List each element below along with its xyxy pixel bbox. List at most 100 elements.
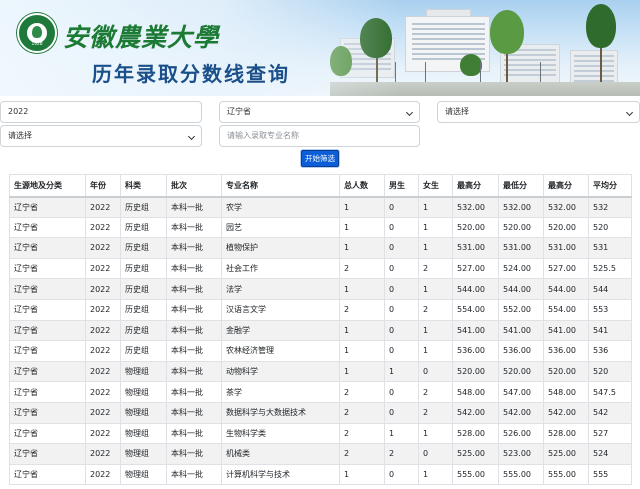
cell-batch: 本科一批 xyxy=(166,463,222,486)
column-header[interactable]: 科类 xyxy=(120,174,167,198)
column-header[interactable]: 专业名称 xyxy=(221,174,340,198)
cell-female-count: 1 xyxy=(418,237,453,259)
cell-male-count: 2 xyxy=(384,443,419,465)
cell-province: 辽宁省 xyxy=(9,278,86,300)
cell-province: 辽宁省 xyxy=(9,340,86,362)
table-row: 辽宁省 2022 物理组 本科一批 茶学 2 0 2 548.00 547.00 548.00 547… xyxy=(9,381,632,403)
cell-batch: 本科一批 xyxy=(166,196,222,218)
cell-average-score: 525.5 xyxy=(588,257,632,280)
cell-max-score-2: 528.00 xyxy=(543,422,589,445)
table-row: 辽宁省 2022 物理组 本科一批 生物科学类 2 1 1 528.00 526.00 528.00… xyxy=(9,422,632,445)
cell-total-count: 2 xyxy=(339,298,385,321)
cell-average-score: 547.5 xyxy=(588,381,632,403)
column-header[interactable]: 最高分 xyxy=(543,174,589,198)
cell-male-count: 0 xyxy=(384,216,419,239)
cell-major-name: 金融学 xyxy=(221,319,340,342)
admission-score-table: 生源地及分类 年份 科类 批次 专业名称 总人数 男生 女生 最高分 最低分 最… xyxy=(9,174,632,486)
cell-max-score-2: 554.00 xyxy=(543,298,589,321)
column-header[interactable]: 年份 xyxy=(85,174,121,198)
cell-average-score: 531 xyxy=(588,237,632,259)
batch-select[interactable]: 请选择 xyxy=(0,125,202,147)
cell-year: 2022 xyxy=(85,278,121,300)
column-header[interactable]: 最高分 xyxy=(452,174,499,198)
cell-subject-group: 历史组 xyxy=(120,216,167,239)
cell-year: 2022 xyxy=(85,257,121,280)
cell-max-score-2: 531.00 xyxy=(543,237,589,259)
cell-batch: 本科一批 xyxy=(166,216,222,239)
cell-total-count: 2 xyxy=(339,257,385,280)
cell-male-count: 0 xyxy=(384,381,419,403)
search-button[interactable]: 开始筛选 xyxy=(301,150,339,167)
cell-max-score: 555.00 xyxy=(452,463,499,486)
cell-min-score: 520.00 xyxy=(498,360,544,383)
cell-max-score-2: 525.00 xyxy=(543,443,589,465)
cell-male-count: 0 xyxy=(384,319,419,342)
cell-male-count: 0 xyxy=(384,463,419,486)
cell-province: 辽宁省 xyxy=(9,319,86,342)
cell-subject-group: 历史组 xyxy=(120,298,167,321)
cell-total-count: 2 xyxy=(339,422,385,445)
cell-major-name: 农林经济管理 xyxy=(221,340,340,362)
cell-subject-group: 物理组 xyxy=(120,401,167,424)
cell-province: 辽宁省 xyxy=(9,196,86,218)
cell-min-score: 524.00 xyxy=(498,257,544,280)
cell-subject-group: 物理组 xyxy=(120,443,167,465)
column-header[interactable]: 最低分 xyxy=(498,174,544,198)
cell-average-score: 555 xyxy=(588,463,632,486)
cell-average-score: 520 xyxy=(588,360,632,383)
cell-female-count: 1 xyxy=(418,340,453,362)
cell-max-score: 528.00 xyxy=(452,422,499,445)
cell-subject-group: 历史组 xyxy=(120,237,167,259)
column-header[interactable]: 男生 xyxy=(384,174,419,198)
cell-total-count: 1 xyxy=(339,237,385,259)
cell-major-name: 机械类 xyxy=(221,443,340,465)
cell-min-score: 531.00 xyxy=(498,237,544,259)
table-row: 辽宁省 2022 历史组 本科一批 农林经济管理 1 0 1 536.00 536.00 536.0… xyxy=(9,340,632,362)
cell-total-count: 1 xyxy=(339,196,385,218)
major-name-input[interactable]: 请输入录取专业名称 xyxy=(219,125,420,147)
year-input[interactable]: 2022 xyxy=(0,101,202,123)
cell-major-name: 计算机科学与技术 xyxy=(221,463,340,486)
table-row: 辽宁省 2022 历史组 本科一批 农学 1 0 1 532.00 532.00 532.00 532 xyxy=(9,196,632,218)
cell-min-score: 552.00 xyxy=(498,298,544,321)
cell-batch: 本科一批 xyxy=(166,237,222,259)
cell-max-score: 520.00 xyxy=(452,216,499,239)
cell-batch: 本科一批 xyxy=(166,257,222,280)
column-header[interactable]: 总人数 xyxy=(339,174,385,198)
cell-male-count: 0 xyxy=(384,278,419,300)
cell-major-name: 汉语言文学 xyxy=(221,298,340,321)
page-title: 历年录取分数线查询 xyxy=(92,62,290,86)
cell-average-score: 532 xyxy=(588,196,632,218)
cell-male-count: 0 xyxy=(384,196,419,218)
cell-subject-group: 物理组 xyxy=(120,381,167,403)
cell-female-count: 1 xyxy=(418,196,453,218)
column-header[interactable]: 平均分 xyxy=(588,174,632,198)
cell-max-score: 554.00 xyxy=(452,298,499,321)
cell-subject-group: 物理组 xyxy=(120,360,167,383)
column-header[interactable]: 批次 xyxy=(166,174,222,198)
cell-major-name: 社会工作 xyxy=(221,257,340,280)
cell-major-name: 法学 xyxy=(221,278,340,300)
university-name-logo[interactable]: 安徽農業大學 xyxy=(63,18,219,54)
cell-max-score-2: 532.00 xyxy=(543,196,589,218)
cell-max-score: 520.00 xyxy=(452,360,499,383)
cell-year: 2022 xyxy=(85,319,121,342)
province-select[interactable]: 辽宁省 xyxy=(219,101,420,123)
university-seal-icon[interactable]: 1928 xyxy=(17,13,57,53)
cell-max-score: 532.00 xyxy=(452,196,499,218)
cell-batch: 本科一批 xyxy=(166,443,222,465)
cell-batch: 本科一批 xyxy=(166,298,222,321)
cell-female-count: 1 xyxy=(418,216,453,239)
cell-major-name: 农学 xyxy=(221,196,340,218)
table-header-row: 生源地及分类 年份 科类 批次 专业名称 总人数 男生 女生 最高分 最低分 最… xyxy=(9,174,632,198)
major-name-placeholder: 请输入录取专业名称 xyxy=(227,131,299,140)
category-select[interactable]: 请选择 xyxy=(437,101,640,123)
cell-max-score: 544.00 xyxy=(452,278,499,300)
cell-average-score: 544 xyxy=(588,278,632,300)
column-header[interactable]: 生源地及分类 xyxy=(9,174,86,198)
cell-province: 辽宁省 xyxy=(9,401,86,424)
cell-min-score: 536.00 xyxy=(498,340,544,362)
cell-female-count: 1 xyxy=(418,463,453,486)
cell-total-count: 2 xyxy=(339,401,385,424)
column-header[interactable]: 女生 xyxy=(418,174,453,198)
